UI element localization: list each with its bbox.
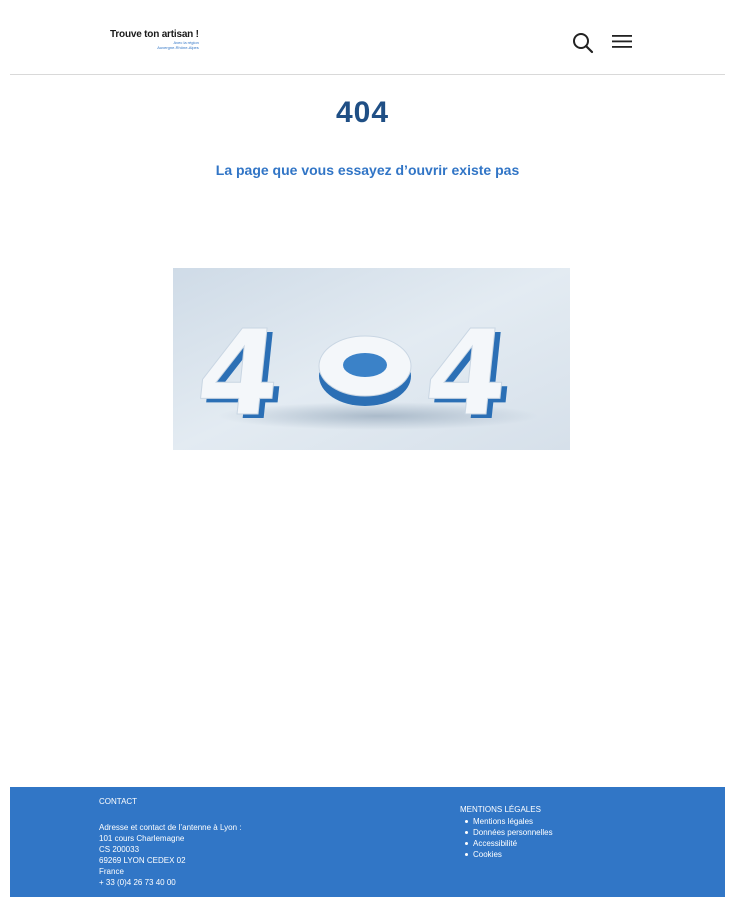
list-item: Accessibilité: [460, 838, 553, 849]
list-item: Données personnelles: [460, 827, 553, 838]
legal-title: MENTIONS LÉGALES: [460, 805, 541, 814]
contact-section: CONTACT Adresse et contact de l’antenne …: [99, 796, 241, 888]
contact-street: 101 cours Charlemagne: [99, 834, 185, 843]
link-donnees-personnelles[interactable]: Données personnelles: [473, 828, 553, 837]
search-button[interactable]: [572, 32, 594, 54]
contact-country: France: [99, 867, 124, 876]
error-404-image: 4 4 4 4: [173, 268, 570, 450]
list-item: Cookies: [460, 849, 553, 860]
link-cookies[interactable]: Cookies: [473, 850, 502, 859]
contact-city: 69269 LYON CEDEX 02: [99, 856, 186, 865]
hamburger-menu-icon: [612, 35, 632, 48]
error-code: 404: [335, 96, 390, 129]
digit-4-left: 4 4: [190, 304, 293, 446]
digit-0-center: [318, 335, 412, 406]
link-mentions-legales[interactable]: Mentions légales: [473, 817, 533, 826]
legal-section: MENTIONS LÉGALES Mentions légales Donnée…: [460, 804, 553, 860]
digit-4-right: 4 4: [418, 304, 521, 446]
contact-title: CONTACT: [99, 797, 138, 806]
legal-links-list: Mentions légales Données personnelles Ac…: [460, 816, 553, 860]
logo-title: Trouve ton artisan !: [110, 29, 199, 40]
site-header: Trouve ton artisan ! Avec la région Auve…: [10, 0, 725, 75]
site-footer: CONTACT Adresse et contact de l’antenne …: [10, 787, 725, 897]
error-message: La page que vous essayez d’ouvrir existe…: [215, 162, 520, 178]
menu-button[interactable]: [611, 34, 633, 50]
search-icon: [573, 33, 594, 54]
contact-address-heading: Adresse et contact de l’antenne à Lyon :: [99, 823, 242, 832]
contact-phone[interactable]: + 33 (0)4 26 73 40 00: [99, 877, 241, 888]
list-item: Mentions légales: [460, 816, 553, 827]
svg-text:4: 4: [191, 304, 288, 442]
logo-region: Auvergne-Rhône-Alpes: [157, 45, 199, 50]
svg-text:4: 4: [419, 304, 516, 442]
contact-cs: CS 200033: [99, 845, 140, 854]
link-accessibilite[interactable]: Accessibilité: [473, 839, 517, 848]
site-logo[interactable]: Trouve ton artisan ! Avec la région Auve…: [110, 30, 199, 50]
